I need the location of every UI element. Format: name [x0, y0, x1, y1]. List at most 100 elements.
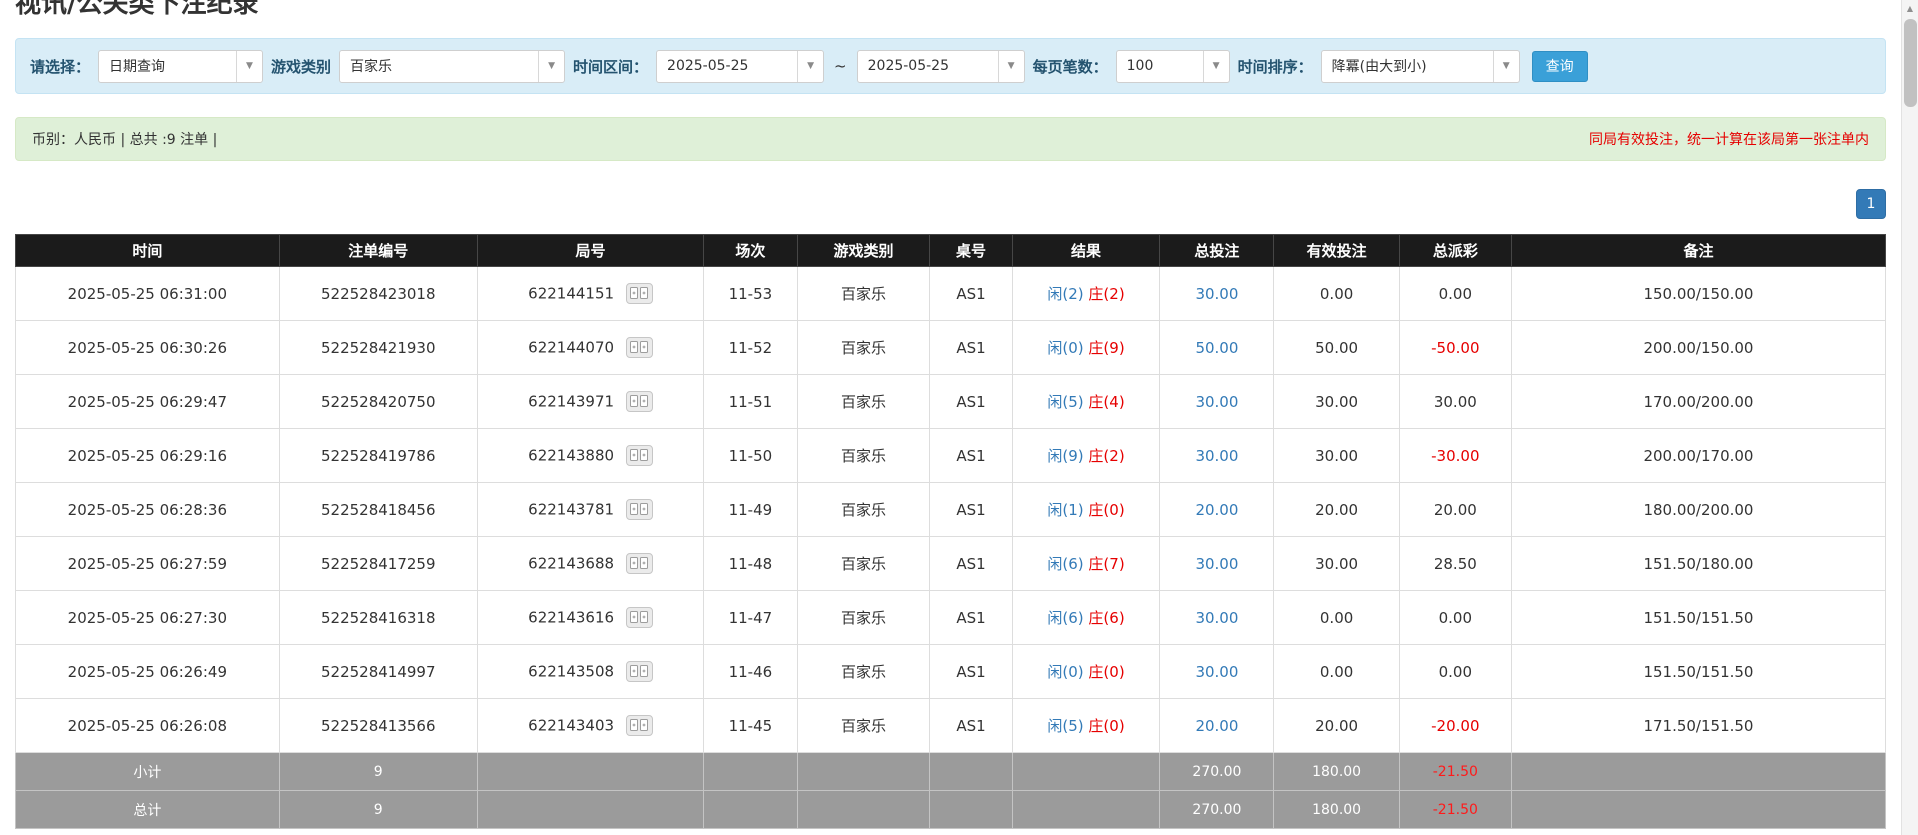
query-type-select[interactable]: 日期查询 ▼: [98, 50, 263, 83]
date-to-value: 2025-05-25: [858, 58, 998, 74]
cell-session: 11-45: [704, 699, 798, 753]
chevron-down-icon[interactable]: ▼: [236, 51, 262, 82]
cell-time: 2025-05-25 06:29:47: [16, 375, 280, 429]
cell-valid-bet: 0.00: [1274, 267, 1399, 321]
game-type-select[interactable]: 百家乐 ▼: [339, 50, 565, 83]
time-sort-label: 时间排序：: [1238, 56, 1313, 77]
page-size-select[interactable]: 100 ▼: [1116, 50, 1230, 83]
col-header-bet-id: 注单编号: [279, 235, 477, 267]
card-result-icon[interactable]: [626, 391, 653, 412]
col-header-round: 局号: [477, 235, 703, 267]
bet-records-table-wrap: 时间 注单编号 局号 场次 游戏类别 桌号 结果 总投注 有效投注 总派彩 备注…: [15, 234, 1886, 829]
date-range-label: 时间区间：: [573, 56, 648, 77]
cell-game-type: 百家乐: [797, 645, 930, 699]
cell-round: 622143508: [477, 645, 703, 699]
cell-bet-id: 522528418456: [279, 483, 477, 537]
card-result-icon[interactable]: [626, 337, 653, 358]
cell-result: 闲(5) 庄(0): [1012, 699, 1160, 753]
cell-total-bet[interactable]: 30.00: [1160, 591, 1274, 645]
cell-table-no: AS1: [930, 537, 1012, 591]
col-header-session: 场次: [704, 235, 798, 267]
card-result-icon[interactable]: [626, 445, 653, 466]
player-result: 闲(6): [1047, 555, 1083, 573]
cell-valid-bet: 20.00: [1274, 699, 1399, 753]
cell-total-bet[interactable]: 30.00: [1160, 375, 1274, 429]
cell-time: 2025-05-25 06:30:26: [16, 321, 280, 375]
cell-result: 闲(0) 庄(0): [1012, 645, 1160, 699]
card-result-icon[interactable]: [626, 283, 653, 304]
table-row: 2025-05-25 06:30:26 522528421930 6221440…: [16, 321, 1886, 375]
search-button[interactable]: 查询: [1532, 51, 1588, 82]
scroll-up-arrow-icon[interactable]: ▲: [1902, 0, 1918, 17]
cell-payout: 0.00: [1399, 645, 1511, 699]
cell-total-bet[interactable]: 20.00: [1160, 699, 1274, 753]
cell-valid-bet: 30.00: [1274, 375, 1399, 429]
cell-time: 2025-05-25 06:27:59: [16, 537, 280, 591]
banker-result: 庄(0): [1088, 663, 1124, 681]
cell-round: 622144151: [477, 267, 703, 321]
cell-result: 闲(6) 庄(6): [1012, 591, 1160, 645]
cell-note: 151.50/180.00: [1511, 537, 1885, 591]
cell-table-no: AS1: [930, 429, 1012, 483]
cell-valid-bet: 30.00: [1274, 429, 1399, 483]
cell-total-bet[interactable]: 30.00: [1160, 537, 1274, 591]
table-row: 2025-05-25 06:29:16 522528419786 6221438…: [16, 429, 1886, 483]
cell-note: 170.00/200.00: [1511, 375, 1885, 429]
valid-bet-notice: 同局有效投注，统一计算在该局第一张注单内: [1589, 129, 1869, 149]
page-title: 视讯/公关类下注纪录: [15, 0, 259, 20]
cell-note: 150.00/150.00: [1511, 267, 1885, 321]
banker-result: 庄(2): [1088, 447, 1124, 465]
cell-game-type: 百家乐: [797, 429, 930, 483]
cell-game-type: 百家乐: [797, 699, 930, 753]
card-result-icon[interactable]: [626, 607, 653, 628]
chevron-down-icon[interactable]: ▼: [538, 51, 564, 82]
scroll-thumb[interactable]: [1904, 19, 1917, 107]
table-row: 2025-05-25 06:26:08 522528413566 6221434…: [16, 699, 1886, 753]
date-to-select[interactable]: 2025-05-25 ▼: [857, 50, 1025, 83]
cell-round: 622143880: [477, 429, 703, 483]
cell-total-bet[interactable]: 20.00: [1160, 483, 1274, 537]
subtotal-row: 小计 9 270.00 180.00 -21.50: [16, 753, 1886, 791]
round-number: 622144151: [528, 285, 614, 303]
cell-game-type: 百家乐: [797, 321, 930, 375]
select-type-label: 请选择：: [30, 56, 90, 77]
card-result-icon[interactable]: [626, 553, 653, 574]
subtotal-label: 小计: [16, 753, 280, 791]
table-row: 2025-05-25 06:29:47 522528420750 6221439…: [16, 375, 1886, 429]
cell-total-bet[interactable]: 30.00: [1160, 645, 1274, 699]
cell-round: 622143403: [477, 699, 703, 753]
chevron-down-icon[interactable]: ▼: [1203, 51, 1229, 82]
card-result-icon[interactable]: [626, 715, 653, 736]
cell-total-bet[interactable]: 30.00: [1160, 267, 1274, 321]
cell-payout: 20.00: [1399, 483, 1511, 537]
col-header-payout: 总派彩: [1399, 235, 1511, 267]
round-number: 622143403: [528, 717, 614, 735]
cell-game-type: 百家乐: [797, 483, 930, 537]
date-from-select[interactable]: 2025-05-25 ▼: [656, 50, 824, 83]
table-body: 2025-05-25 06:31:00 522528423018 6221441…: [16, 267, 1886, 753]
round-number: 622144070: [528, 339, 614, 357]
grand-total-row: 总计 9 270.00 180.00 -21.50: [16, 791, 1886, 829]
time-sort-select[interactable]: 降冪(由大到小) ▼: [1321, 50, 1520, 83]
player-result: 闲(0): [1047, 339, 1083, 357]
chevron-down-icon[interactable]: ▼: [998, 51, 1024, 82]
cell-payout: 0.00: [1399, 591, 1511, 645]
cell-game-type: 百家乐: [797, 591, 930, 645]
cell-total-bet[interactable]: 50.00: [1160, 321, 1274, 375]
chevron-down-icon[interactable]: ▼: [1493, 51, 1519, 82]
subtotal-valid-bet: 180.00: [1274, 753, 1399, 791]
grand-total-count: 9: [279, 791, 477, 829]
card-result-icon[interactable]: [626, 661, 653, 682]
pagination-page-1-button[interactable]: 1: [1856, 189, 1886, 219]
player-result: 闲(5): [1047, 393, 1083, 411]
cell-session: 11-48: [704, 537, 798, 591]
card-result-icon[interactable]: [626, 499, 653, 520]
cell-total-bet[interactable]: 30.00: [1160, 429, 1274, 483]
cell-payout: -30.00: [1399, 429, 1511, 483]
cell-bet-id: 522528419786: [279, 429, 477, 483]
cell-round: 622143971: [477, 375, 703, 429]
chevron-down-icon[interactable]: ▼: [797, 51, 823, 82]
col-header-time: 时间: [16, 235, 280, 267]
scrollbar[interactable]: ▲: [1901, 0, 1918, 835]
player-result: 闲(6): [1047, 609, 1083, 627]
